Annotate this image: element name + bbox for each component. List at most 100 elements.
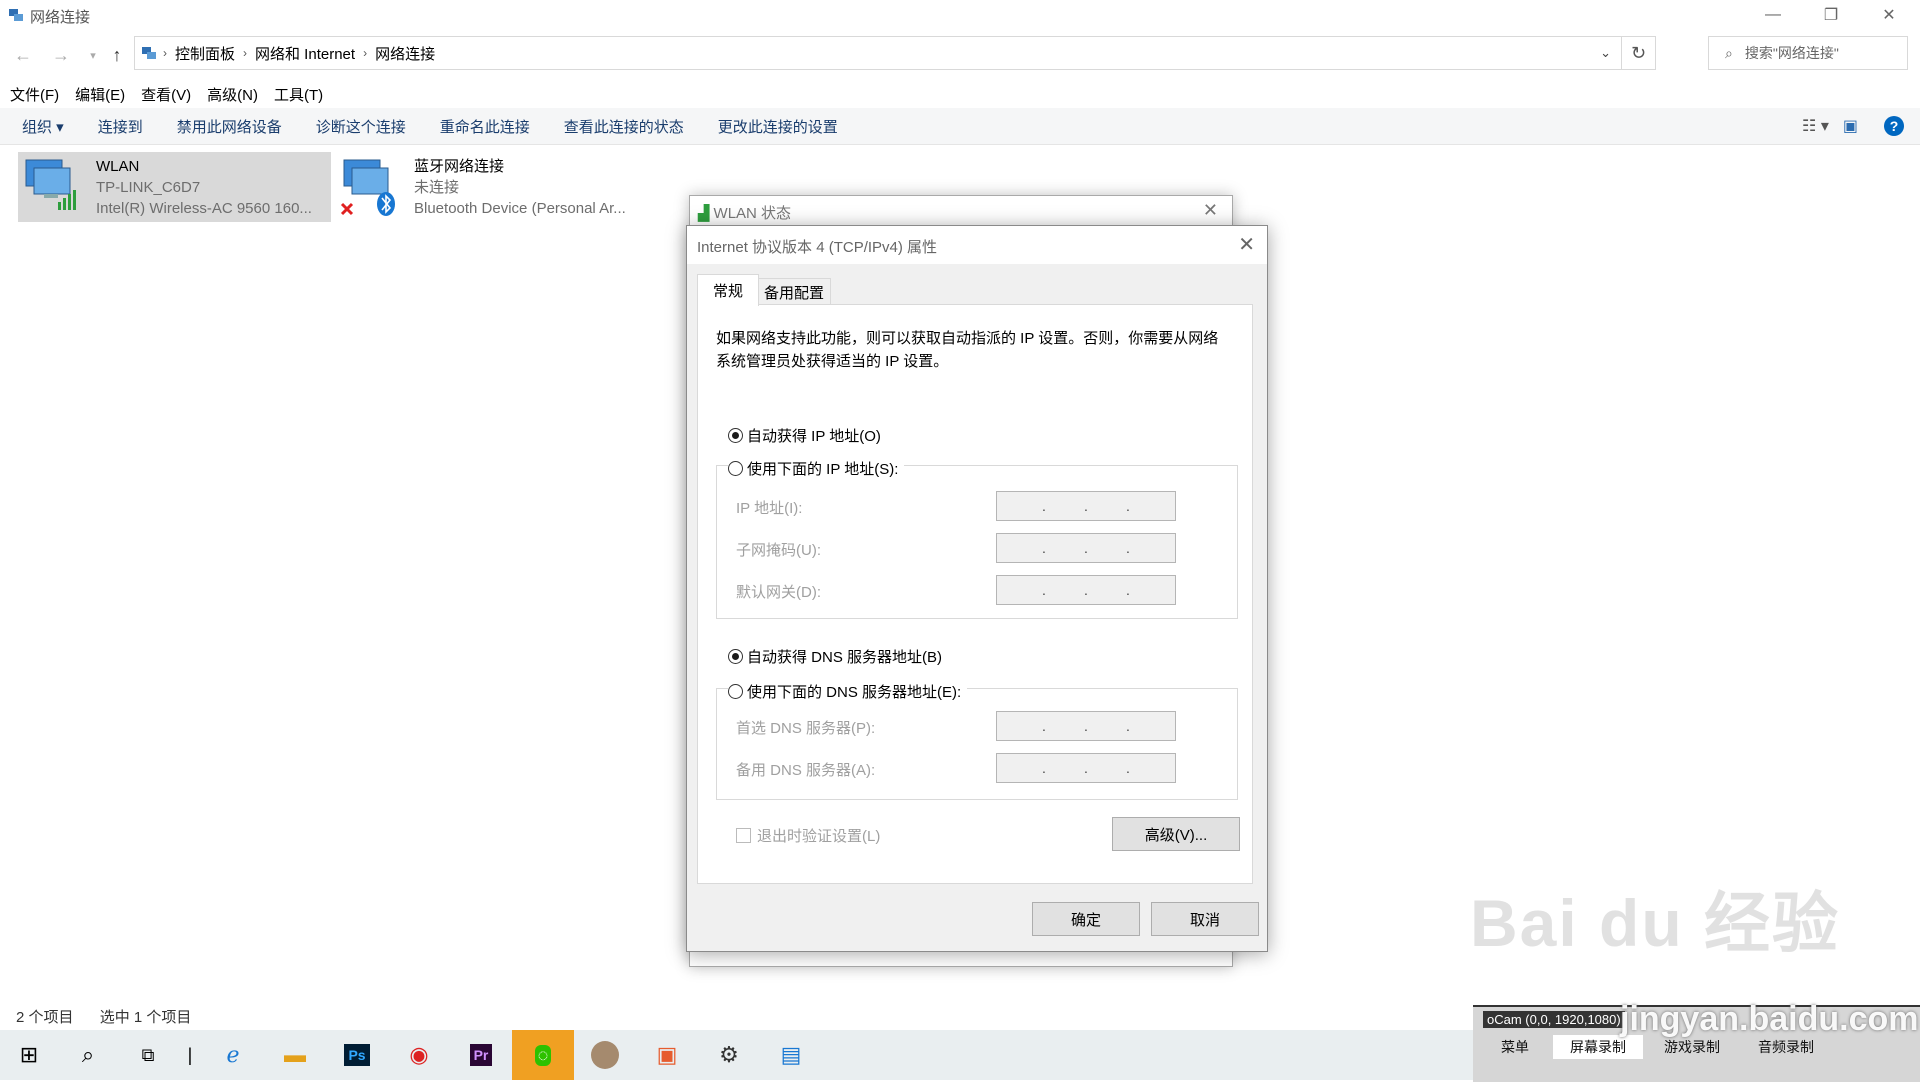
taskbar-network-connections[interactable]: ▤ — [760, 1030, 822, 1080]
control-panel-icon: ▤ — [780, 1042, 802, 1067]
menu-file[interactable]: 文件(F) — [10, 84, 59, 105]
search-input[interactable]: ⌕ 搜索"网络连接" — [1708, 36, 1908, 70]
search-taskbar-button[interactable]: ⌕ — [58, 1030, 118, 1080]
connection-name: 蓝牙网络连接 — [414, 158, 505, 175]
office-app-icon: ▣ — [656, 1042, 678, 1067]
baidu-watermark: Bai du 经验 — [1470, 886, 1841, 960]
address-dropdown-icon[interactable]: ⌄ — [1600, 45, 1611, 61]
ocam-tab-menu[interactable]: 菜单 — [1481, 1035, 1549, 1059]
up-button[interactable]: ↑ — [104, 44, 130, 66]
taskbar-wechat[interactable]: ◌ — [512, 1030, 574, 1080]
refresh-button[interactable]: ↻ — [1622, 36, 1656, 70]
menu-advanced[interactable]: 高级(N) — [207, 84, 258, 105]
folder-icon: ▬ — [284, 1042, 306, 1067]
arrow-up-icon: ↑ — [112, 44, 122, 65]
view-options-icon[interactable]: ☷ ▾ — [1802, 116, 1829, 136]
search-placeholder: 搜索"网络连接" — [1744, 45, 1839, 61]
taskbar-photoshop[interactable]: Ps — [326, 1030, 388, 1080]
forward-button[interactable]: → — [48, 44, 74, 66]
wechat-icon: ◌ — [534, 1044, 552, 1066]
close-icon: ✕ — [1882, 7, 1896, 24]
breadcrumb-network-internet[interactable]: 网络和 Internet — [255, 43, 355, 64]
organize-button[interactable]: 组织 ▾ — [22, 116, 64, 137]
ip-auto-option[interactable]: 自动获得 IP 地址(O) — [728, 425, 881, 446]
refresh-icon: ↻ — [1630, 42, 1647, 63]
close-icon[interactable]: ✕ — [1203, 200, 1218, 221]
connect-to-button[interactable]: 连接到 — [98, 116, 143, 137]
advanced-button[interactable]: 高级(V)... — [1112, 817, 1240, 851]
dialog-title: Internet 协议版本 4 (TCP/IPv4) 属性 — [697, 239, 938, 256]
wlan-adapter-icon — [22, 156, 82, 216]
cancel-button[interactable]: 取消 — [1151, 902, 1259, 936]
intro-text: 如果网络支持此功能，则可以获取自动指派的 IP 设置。否则，你需要从网络系统管理… — [716, 330, 1219, 370]
ok-button[interactable]: 确定 — [1032, 902, 1140, 936]
menu-edit[interactable]: 编辑(E) — [75, 84, 125, 105]
taskbar-file-explorer[interactable]: ▬ — [264, 1030, 326, 1080]
back-button[interactable]: ← — [10, 44, 36, 66]
minimize-button[interactable]: — — [1744, 0, 1802, 30]
start-button[interactable]: ⊞ — [0, 1030, 58, 1080]
default-gateway-input: ... — [996, 575, 1176, 605]
search-icon: ⌕ — [81, 1042, 95, 1067]
radio-unchecked-icon — [728, 684, 743, 699]
help-icon[interactable]: ? — [1884, 116, 1904, 136]
restore-button[interactable]: ❐ — [1802, 0, 1860, 30]
menu-tools[interactable]: 工具(T) — [274, 84, 323, 105]
change-settings-button[interactable]: 更改此连接的设置 — [718, 116, 838, 137]
connection-network: TP-LINK_C6D7 — [96, 179, 201, 196]
subnet-mask-label: 子网掩码(U): — [736, 542, 821, 559]
breadcrumb-control-panel[interactable]: 控制面板 — [175, 43, 235, 64]
network-connections-icon — [9, 9, 23, 21]
dns-manual-option[interactable]: 使用下面的 DNS 服务器地址(E): — [728, 681, 968, 702]
selected-count: 选中 1 个项目 — [99, 1009, 192, 1026]
connection-device: Bluetooth Device (Personal Ar... — [414, 200, 626, 217]
view-status-button[interactable]: 查看此连接的状态 — [564, 116, 684, 137]
task-view-button[interactable]: ⧉ — [118, 1030, 178, 1080]
ocam-title: oCam (0,0, 1920,1080) — [1483, 1011, 1625, 1028]
taskbar-premiere[interactable]: Pr — [450, 1030, 512, 1080]
taskbar-divider-icon: | — [187, 1044, 193, 1065]
search-icon: ⌕ — [1725, 44, 1733, 61]
avatar-app-icon — [591, 1041, 619, 1069]
taskbar-app-avatar[interactable] — [574, 1030, 636, 1080]
connection-bluetooth[interactable]: 蓝牙网络连接 未连接 Bluetooth Device (Personal Ar… — [340, 152, 660, 222]
alternate-dns-label: 备用 DNS 服务器(A): — [736, 762, 876, 779]
status-bar: 2 个项目 选中 1 个项目 — [16, 1006, 191, 1027]
taskbar-edge[interactable]: ℯ — [202, 1030, 264, 1080]
diagnose-button[interactable]: 诊断这个连接 — [316, 116, 406, 137]
taskbar-netease-music[interactable]: ◉ — [388, 1030, 450, 1080]
ipv4-properties-dialog: Internet 协议版本 4 (TCP/IPv4) 属性 ✕ 常规 备用配置 … — [686, 225, 1268, 952]
ip-manual-label: 使用下面的 IP 地址(S): — [747, 461, 899, 478]
dialog-close-icon[interactable]: ✕ — [1238, 232, 1255, 257]
tab-general[interactable]: 常规 — [697, 274, 759, 306]
item-count: 2 个项目 — [16, 1009, 74, 1026]
recent-locations-button[interactable]: ▾ — [80, 44, 106, 66]
address-bar[interactable]: › 控制面板 › 网络和 Internet › 网络连接 ⌄ — [134, 36, 1622, 70]
rename-button[interactable]: 重命名此连接 — [440, 116, 530, 137]
taskbar-settings[interactable]: ⚙ — [698, 1030, 760, 1080]
preview-pane-icon[interactable]: ▣ — [1843, 116, 1858, 136]
minimize-icon: — — [1765, 6, 1781, 23]
command-bar: 组织 ▾ 连接到 禁用此网络设备 诊断这个连接 重命名此连接 查看此连接的状态 … — [0, 108, 1920, 145]
checkbox-unchecked-icon — [736, 828, 751, 843]
close-button[interactable]: ✕ — [1860, 0, 1918, 30]
validate-on-exit-option[interactable]: 退出时验证设置(L) — [736, 825, 880, 846]
taskbar-app[interactable]: ▣ — [636, 1030, 698, 1080]
ip-manual-option[interactable]: 使用下面的 IP 地址(S): — [728, 458, 905, 479]
disable-device-button[interactable]: 禁用此网络设备 — [177, 116, 282, 137]
dns-auto-option[interactable]: 自动获得 DNS 服务器地址(B) — [728, 646, 942, 667]
connection-status: 未连接 — [414, 179, 460, 196]
connection-name: WLAN — [96, 158, 140, 175]
music-app-icon: ◉ — [409, 1042, 429, 1067]
window-title: 网络连接 — [30, 9, 91, 26]
premiere-icon: Pr — [469, 1044, 493, 1066]
subnet-mask-input: ... — [996, 533, 1176, 563]
wifi-signal-icon: ▟ — [698, 204, 710, 222]
breadcrumb-network-connections[interactable]: 网络连接 — [375, 43, 435, 64]
menu-view[interactable]: 查看(V) — [141, 84, 191, 105]
gear-icon: ⚙ — [719, 1042, 739, 1067]
tab-alternate-config[interactable]: 备用配置 — [757, 278, 831, 305]
chevron-right-icon: › — [163, 46, 167, 60]
restore-icon: ❐ — [1823, 7, 1839, 24]
connection-wlan[interactable]: WLAN TP-LINK_C6D7 Intel(R) Wireless-AC 9… — [18, 152, 331, 222]
